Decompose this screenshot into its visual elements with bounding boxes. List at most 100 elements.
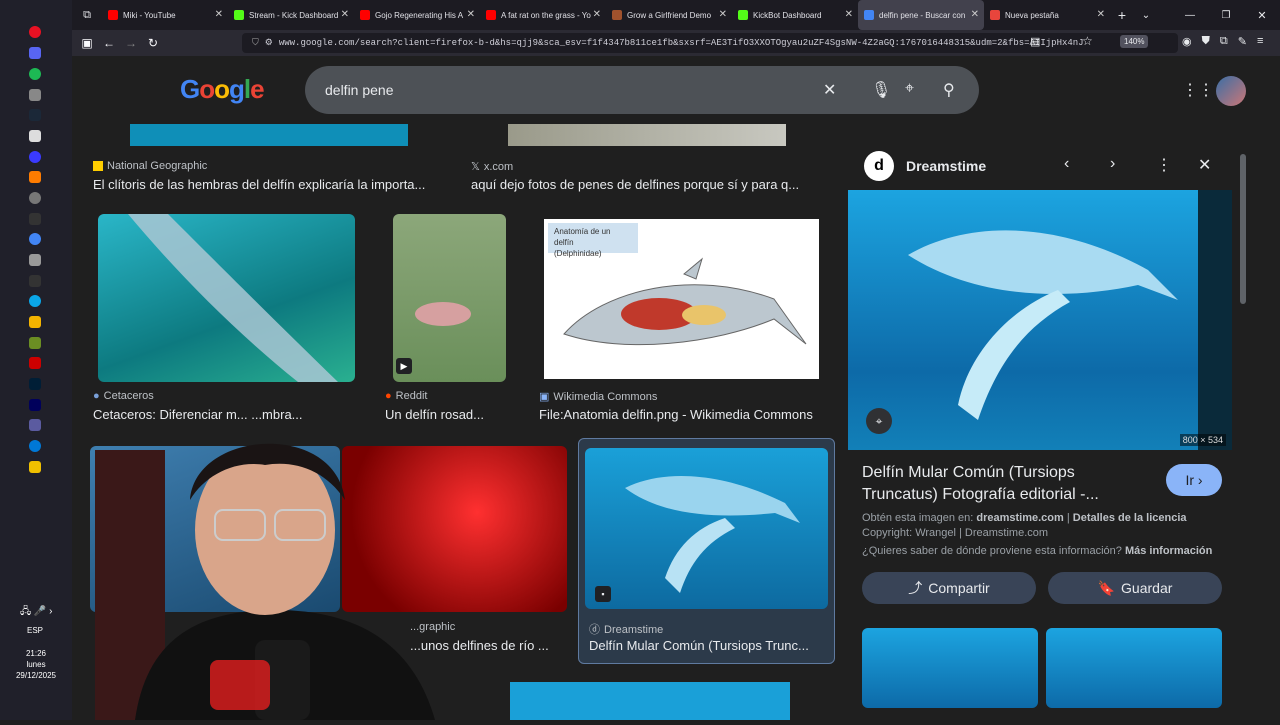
result-title[interactable]: aquí dejo fotos de penes de delfines por… [471,177,831,192]
app-icon-circle[interactable] [29,192,41,204]
tab-overview-icon[interactable]: ⧉ [72,9,102,22]
premiere-icon[interactable] [29,399,41,411]
app-icon-green[interactable] [29,337,41,349]
pocket-icon[interactable]: ⛊ [1202,35,1210,48]
tab-close-icon[interactable]: ✕ [719,9,727,20]
tab[interactable]: Grow a Girlfriend Demo ✕ [606,0,732,30]
app-icon-red[interactable] [29,26,41,38]
result-source[interactable]: 𝕏x.com [471,160,513,173]
tab[interactable]: KickBot Dashboard ✕ [732,0,858,30]
tab-close-icon[interactable]: ✕ [971,9,979,20]
result-title[interactable]: File:Anatomia delfin.png - Wikimedia Com… [539,407,829,422]
forward-icon[interactable]: → [120,36,142,50]
zoom-level[interactable]: 140% [1120,35,1149,48]
reload-icon[interactable]: ↻ [142,36,164,50]
panel-site-name[interactable]: Dreamstime [906,158,986,174]
result-source[interactable]: ⓓ Dreamstime [589,621,663,637]
apps-grid-icon[interactable]: ⋮⋮ [1182,80,1214,100]
list-tabs-icon[interactable]: ⌄ [1134,10,1158,21]
result-image-wikimedia[interactable]: Anatomía de un delfín (Delphinidae) [544,219,819,379]
language-indicator[interactable]: ESP [27,626,43,635]
previous-icon[interactable]: ‹ [1064,155,1069,173]
result-image-dolphin-tank[interactable] [90,446,340,612]
sidebar-icon[interactable]: ▣ [76,36,98,50]
shield-icon[interactable]: ⛉ [252,38,259,48]
related-image-2[interactable] [1046,628,1222,708]
app-icon-yellow[interactable] [29,316,41,328]
search-icon[interactable]: ⚲ [943,80,955,100]
result-image-bottom[interactable] [510,682,790,720]
chrome-icon[interactable] [29,233,41,245]
tray-icons[interactable]: 🖧 🎤 › [20,604,53,621]
clear-search-icon[interactable]: ✕ [823,80,836,100]
result-source[interactable]: ▣ Wikimedia Commons [539,390,657,403]
edge-icon[interactable] [29,440,41,452]
new-tab-button[interactable]: + [1110,7,1134,23]
result-source[interactable]: ● Cetaceros [93,390,154,402]
back-icon[interactable]: ← [98,36,120,50]
tab[interactable]: A fat rat on the grass - Yo ✕ [480,0,606,30]
result-image-dreamstime[interactable]: ▪ [585,448,828,609]
extensions-icon[interactable]: ⧉ [1220,35,1228,48]
related-image-1[interactable] [862,628,1038,708]
search-input[interactable]: delfin pene [325,82,394,98]
menu-icon[interactable]: ≡ [1257,35,1263,48]
result-title[interactable]: El clítoris de las hembras del delfín ex… [93,177,453,192]
next-icon[interactable]: › [1110,155,1115,173]
result-image-reddit[interactable]: ▶ [393,214,506,382]
tab[interactable]: Miki - YouTube ✕ [102,0,228,30]
result-source[interactable]: National Geographic [93,160,207,172]
voice-search-icon[interactable]: 🎙 [871,80,891,100]
result-image-red-dolphin[interactable] [342,446,567,612]
lens-search-icon[interactable]: ⌖ [866,408,892,434]
panel-title[interactable]: Delfín Mular Común (Tursiops Truncatus) … [862,462,1142,506]
app-icon-grey[interactable] [29,254,41,266]
result-image-natgeo[interactable] [130,124,408,146]
tab[interactable]: Gojo Regenerating His A ✕ [354,0,480,30]
result-title[interactable]: ...unos delfines de río ... [410,638,570,653]
app-icon-x[interactable] [29,130,41,142]
app-icon-anchor[interactable] [29,275,41,287]
tab-close-icon[interactable]: ✕ [341,9,349,20]
license-link[interactable]: Detalles de la licencia [1073,512,1187,524]
app-icon-dark[interactable] [29,213,41,225]
tab[interactable]: delfin pene - Buscar con ✕ [858,0,984,30]
result-source[interactable]: ...graphic [410,621,455,633]
system-clock[interactable]: 21:26 lunes 29/12/2025 [10,648,62,681]
go-button[interactable]: Ir › [1166,464,1222,496]
bookmark-star-icon[interactable]: ☆ [1082,34,1093,48]
more-options-icon[interactable]: ⋮ [1156,155,1172,175]
panel-scrollbar[interactable] [1240,154,1246,304]
reader-view-icon[interactable]: ▤ [1030,35,1040,48]
share-button[interactable]: ⤴ Compartir [862,572,1036,604]
google-logo[interactable]: Google [180,74,265,105]
account-icon[interactable]: ◉ [1182,35,1192,48]
lens-icon[interactable]: ⌖ [905,80,914,98]
discord-icon[interactable] [29,47,41,59]
tune-icon[interactable]: ⚙ [265,38,273,48]
tab-close-icon[interactable]: ✕ [467,9,475,20]
more-info-link[interactable]: Más información [1125,545,1212,557]
obs-icon[interactable] [29,151,41,163]
illustrator-icon[interactable] [29,171,41,183]
result-image-cetaceros[interactable] [98,214,355,382]
file-explorer-icon[interactable] [29,461,41,473]
result-title[interactable]: Cetaceros: Diferenciar m... ...mbra... [93,407,355,422]
close-panel-icon[interactable]: ✕ [1198,155,1211,175]
tab-close-icon[interactable]: ✕ [845,9,853,20]
maximize-button[interactable]: ❐ [1208,10,1244,21]
save-button[interactable]: 🔖 Guardar [1048,572,1222,604]
app-icon-blue[interactable] [29,295,41,307]
result-title[interactable]: Un delfín rosad... [385,407,509,422]
app-icon-red2[interactable] [29,357,41,369]
obtain-link[interactable]: dreamstime.com [976,512,1063,524]
speaker-icon[interactable] [29,89,41,101]
tab-close-icon[interactable]: ✕ [593,9,601,20]
result-image-x[interactable] [508,124,786,146]
search-box[interactable]: delfin pene ✕ 🎙 ⌖ ⚲ [305,66,979,114]
result-title[interactable]: Delfín Mular Común (Tursiops Trunc... [589,638,825,653]
tab-close-icon[interactable]: ✕ [1097,9,1105,20]
tab-close-icon[interactable]: ✕ [215,9,223,20]
panel-preview-image[interactable]: ⌖ 800 × 534 [848,190,1232,450]
addon-icon[interactable]: ✎ [1238,35,1247,48]
